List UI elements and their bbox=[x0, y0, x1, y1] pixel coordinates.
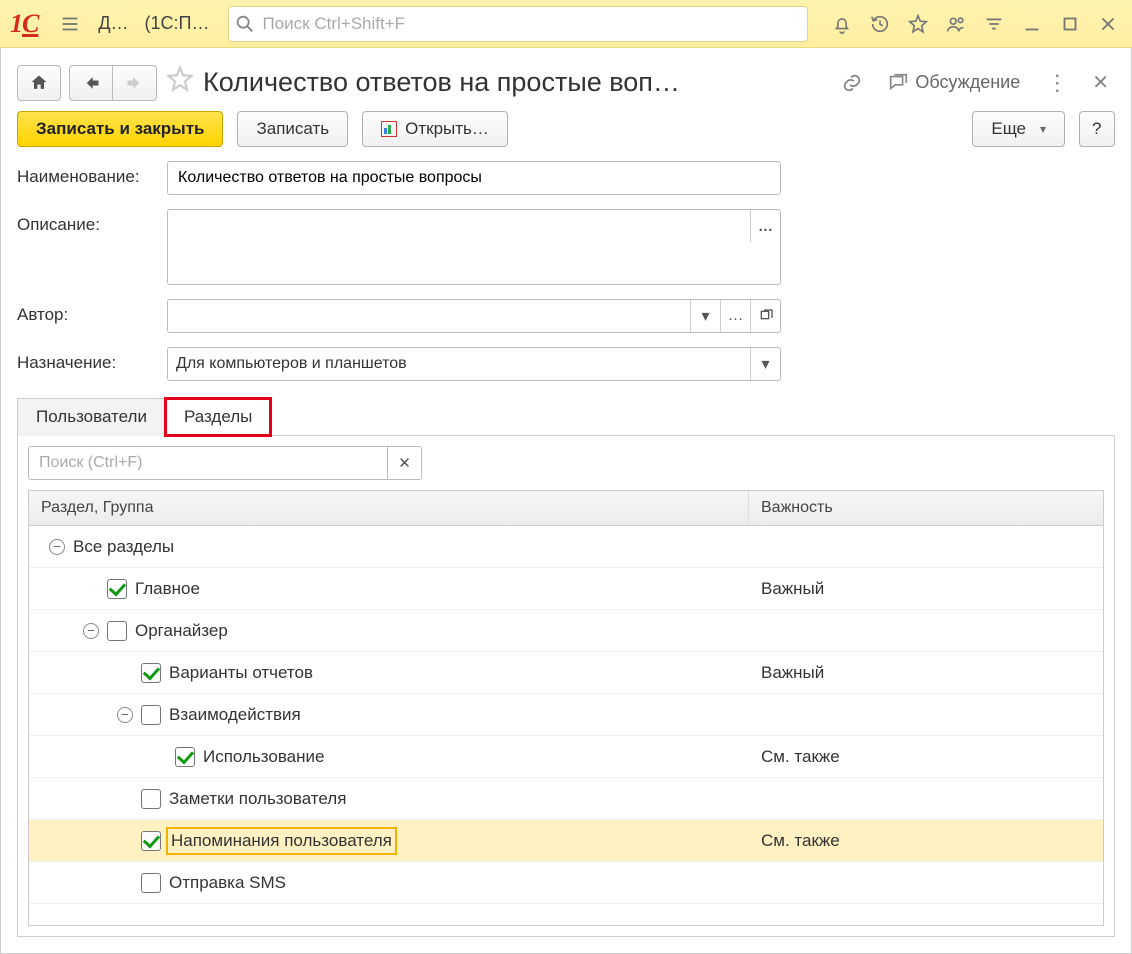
tree-search-field[interactable] bbox=[28, 446, 388, 480]
author-dropdown-icon[interactable]: ▾ bbox=[690, 300, 720, 332]
destination-label: Назначение: bbox=[17, 347, 167, 373]
global-search[interactable] bbox=[228, 6, 809, 42]
history-icon[interactable] bbox=[862, 6, 898, 42]
collapse-toggle-icon[interactable]: − bbox=[83, 623, 99, 639]
table-row[interactable]: Главное Важный bbox=[29, 568, 1103, 610]
hamburger-menu-icon[interactable] bbox=[52, 6, 88, 42]
row-checkbox[interactable] bbox=[107, 579, 127, 599]
row-importance: См. также bbox=[749, 747, 1103, 767]
row-checkbox[interactable] bbox=[141, 663, 161, 683]
row-label: Варианты отчетов bbox=[169, 663, 313, 683]
row-importance: Важный bbox=[749, 579, 1103, 599]
row-label: Использование bbox=[203, 747, 324, 767]
command-bar: Записать и закрыть Записать Открыть… Еще… bbox=[17, 111, 1115, 161]
page-title: Количество ответов на простые воп… bbox=[203, 67, 825, 98]
row-checkbox[interactable] bbox=[141, 831, 161, 851]
table-row[interactable]: −Все разделы bbox=[29, 526, 1103, 568]
chart-icon bbox=[381, 121, 397, 137]
tree-search-input[interactable] bbox=[37, 453, 379, 473]
row-checkbox[interactable] bbox=[141, 705, 161, 725]
save-and-close-button[interactable]: Записать и закрыть bbox=[17, 111, 223, 147]
more-button[interactable]: Еще bbox=[972, 111, 1065, 147]
page-header: Количество ответов на простые воп… Обсуж… bbox=[17, 58, 1115, 111]
home-button[interactable] bbox=[17, 65, 61, 101]
star-icon[interactable] bbox=[900, 6, 936, 42]
row-checkbox[interactable] bbox=[175, 747, 195, 767]
name-input[interactable] bbox=[176, 168, 772, 188]
description-field[interactable]: … bbox=[167, 209, 781, 285]
table-row[interactable]: Отправка SMS bbox=[29, 862, 1103, 904]
row-checkbox[interactable] bbox=[141, 789, 161, 809]
table-row[interactable]: Напоминания пользователя См. также bbox=[29, 820, 1103, 862]
sections-tab-body: ✕ Раздел, Группа Важность −Все разделыГл… bbox=[17, 436, 1115, 937]
tabs: Пользователи Разделы bbox=[17, 397, 1115, 436]
name-label: Наименование: bbox=[17, 161, 167, 187]
tab-sections[interactable]: Разделы bbox=[165, 398, 271, 436]
row-importance: См. также bbox=[749, 831, 1103, 851]
table-row[interactable]: Заметки пользователя bbox=[29, 778, 1103, 820]
window-close-icon[interactable] bbox=[1090, 6, 1126, 42]
open-button-label: Открыть… bbox=[405, 119, 489, 139]
page-close-icon[interactable]: ✕ bbox=[1086, 70, 1115, 95]
bell-icon[interactable] bbox=[824, 6, 860, 42]
favorite-toggle-icon[interactable] bbox=[165, 64, 195, 101]
table-row[interactable]: Использование См. также bbox=[29, 736, 1103, 778]
sections-table-body[interactable]: −Все разделыГлавноеВажный−ОрганайзерВари… bbox=[29, 526, 1103, 925]
destination-value: Для компьютеров и планшетов bbox=[168, 355, 750, 373]
form: Наименование: Описание: … Автор: ▾ … bbox=[17, 161, 1115, 381]
sections-table: Раздел, Группа Важность −Все разделыГлав… bbox=[28, 490, 1104, 926]
tree-search-clear-icon[interactable]: ✕ bbox=[388, 446, 422, 480]
collapse-toggle-icon[interactable]: − bbox=[117, 707, 133, 723]
save-button[interactable]: Записать bbox=[237, 111, 348, 147]
app-logo: 1C bbox=[6, 9, 48, 39]
author-open-icon[interactable] bbox=[750, 300, 780, 332]
table-row[interactable]: − Взаимодействия bbox=[29, 694, 1103, 736]
search-icon bbox=[229, 13, 261, 35]
row-label: Главное bbox=[135, 579, 200, 599]
help-button[interactable]: ? bbox=[1079, 111, 1115, 147]
description-input[interactable] bbox=[174, 214, 746, 280]
kebab-menu-icon[interactable]: ⋮ bbox=[1036, 70, 1078, 96]
author-select-button[interactable]: … bbox=[720, 300, 750, 332]
global-search-input[interactable] bbox=[261, 13, 808, 35]
titlebar-app-abbrev: Д… bbox=[92, 6, 134, 42]
discussion-label: Обсуждение bbox=[915, 72, 1020, 93]
table-row[interactable]: Варианты отчетов Важный bbox=[29, 652, 1103, 694]
destination-field[interactable]: Для компьютеров и планшетов ▾ bbox=[167, 347, 781, 381]
link-icon[interactable] bbox=[833, 68, 871, 98]
column-importance-header[interactable]: Важность bbox=[749, 491, 1103, 525]
row-label: Заметки пользователя bbox=[169, 789, 346, 809]
row-label: Взаимодействия bbox=[169, 705, 301, 725]
discussion-button[interactable]: Обсуждение bbox=[879, 68, 1028, 98]
maximize-icon[interactable] bbox=[1052, 6, 1088, 42]
users-icon[interactable] bbox=[938, 6, 974, 42]
row-label: Напоминания пользователя bbox=[169, 830, 394, 852]
row-importance: Важный bbox=[749, 663, 1103, 683]
open-button[interactable]: Открыть… bbox=[362, 111, 508, 147]
column-section-header[interactable]: Раздел, Группа bbox=[29, 491, 749, 525]
row-label: Отправка SMS bbox=[169, 873, 286, 893]
collapse-toggle-icon[interactable]: − bbox=[49, 539, 65, 555]
row-label: Органайзер bbox=[135, 621, 228, 641]
author-label: Автор: bbox=[17, 299, 167, 325]
row-checkbox[interactable] bbox=[107, 621, 127, 641]
minimize-icon[interactable] bbox=[1014, 6, 1050, 42]
description-label: Описание: bbox=[17, 209, 167, 235]
filter-icon[interactable] bbox=[976, 6, 1012, 42]
back-button[interactable] bbox=[69, 65, 113, 101]
titlebar-window-caption: (1С:П… bbox=[139, 6, 216, 42]
description-expand-button[interactable]: … bbox=[750, 210, 780, 242]
author-field[interactable]: ▾ … bbox=[167, 299, 781, 333]
forward-button[interactable] bbox=[113, 65, 157, 101]
table-row[interactable]: − Органайзер bbox=[29, 610, 1103, 652]
destination-dropdown-icon[interactable]: ▾ bbox=[750, 348, 780, 380]
row-label: Все разделы bbox=[73, 537, 174, 557]
name-field[interactable] bbox=[167, 161, 781, 195]
titlebar: 1C Д… (1С:П… bbox=[0, 0, 1132, 48]
row-checkbox[interactable] bbox=[141, 873, 161, 893]
tab-users[interactable]: Пользователи bbox=[17, 398, 166, 436]
